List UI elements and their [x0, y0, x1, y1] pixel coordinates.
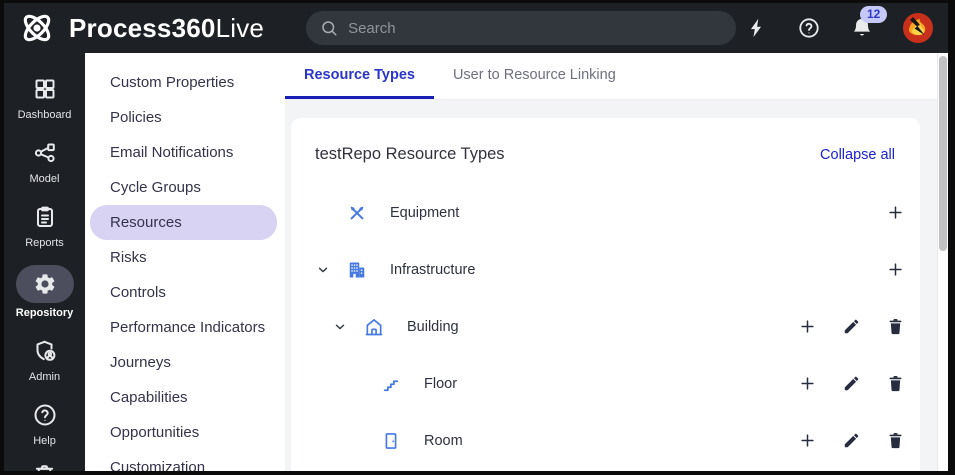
nav-item-label: Reports [25, 237, 64, 249]
add-button[interactable] [795, 315, 819, 339]
collapse-all-link[interactable]: Collapse all [820, 147, 895, 163]
nav-item-help[interactable]: Help [4, 399, 85, 447]
building-icon [364, 317, 384, 337]
floor-icon [381, 374, 401, 394]
chevron-placeholder [350, 377, 364, 391]
topbar-actions: 12 [743, 6, 934, 44]
app-body: Dashboard Model Reports Repository Admin Help… [4, 53, 948, 471]
tab-user-to-resource-linking[interactable]: User to Resource Linking [434, 53, 635, 99]
chevron-down-icon[interactable] [316, 263, 330, 277]
nav-item-reports[interactable]: Reports [4, 201, 85, 249]
nav-item-model[interactable]: Model [4, 137, 85, 185]
sidebar-item-email-notifications[interactable]: Email Notifications [90, 135, 277, 170]
nav-item-admin[interactable]: Admin [4, 335, 85, 383]
room-icon [381, 431, 401, 451]
help-icon[interactable] [796, 15, 822, 41]
tree-row-equipment: Equipment [291, 184, 920, 241]
edit-button[interactable] [839, 429, 863, 453]
resource-types-card: testRepo Resource Types Collapse all Equ… [291, 118, 920, 471]
nav-item-label: Repository [15, 307, 74, 319]
content-area: testRepo Resource Types Collapse all Equ… [285, 100, 948, 471]
resource-type-label: Infrastructure [390, 261, 476, 278]
add-button[interactable] [883, 201, 907, 225]
logo-text: Process360Live [69, 12, 265, 43]
tab-resource-types[interactable]: Resource Types [285, 53, 434, 99]
sidebar-item-controls[interactable]: Controls [90, 275, 277, 310]
delete-button[interactable] [883, 429, 907, 453]
tabbar: Resource Types User to Resource Linking [285, 53, 948, 100]
sidebar-item-risks[interactable]: Risks [90, 240, 277, 275]
repository-sidebar: Custom Properties Policies Email Notificat… [85, 53, 285, 471]
add-button[interactable] [795, 372, 819, 396]
sidebar-item-policies[interactable]: Policies [90, 100, 277, 135]
trash-icon[interactable] [33, 463, 56, 471]
resource-type-label: Equipment [390, 204, 460, 221]
resource-type-label: Floor [424, 375, 458, 392]
card-title: testRepo Resource Types [315, 145, 505, 163]
sidebar-item-cycle-groups[interactable]: Cycle Groups [90, 170, 277, 205]
search-bar[interactable] [306, 11, 737, 45]
notifications-icon[interactable]: 12 [849, 6, 888, 41]
tree-row-infrastructure: Infrastructure [291, 241, 920, 298]
tree-row-floor: Floor [291, 355, 920, 412]
sidebar-item-custom-properties[interactable]: Custom Properties [90, 65, 277, 100]
resource-type-label: Building [407, 318, 459, 335]
app-window: Process360Live 12 DashboardModelRe [0, 0, 955, 475]
notification-badge: 12 [860, 6, 888, 23]
nav-item-label: Help [33, 435, 56, 447]
nav-item-repository[interactable]: Repository [4, 265, 85, 319]
nav-item-label: Admin [28, 371, 61, 383]
sidebar-item-journeys[interactable]: Journeys [90, 345, 277, 380]
nav-item-label: Dashboard [17, 109, 72, 121]
sidebar-item-resources[interactable]: Resources [90, 205, 277, 240]
tree-row-building: Building [291, 298, 920, 355]
add-button[interactable] [883, 258, 907, 282]
dashboard-icon [33, 73, 57, 105]
search-input[interactable] [348, 19, 723, 37]
nav-rail: Dashboard Model Reports Repository Admin Help [4, 53, 85, 471]
avatar[interactable] [902, 12, 934, 44]
logo-icon [14, 9, 60, 47]
reports-icon [33, 201, 57, 233]
sidebar-item-customization[interactable]: Customization [90, 450, 277, 471]
nav-item-dashboard[interactable]: Dashboard [4, 73, 85, 121]
sidebar-item-opportunities[interactable]: Opportunities [90, 415, 277, 450]
add-button[interactable] [795, 429, 819, 453]
row-actions [795, 315, 907, 339]
search-icon [320, 19, 338, 37]
flash-icon[interactable] [743, 15, 769, 41]
card-header: testRepo Resource Types Collapse all [291, 118, 920, 164]
equipment-icon [347, 203, 367, 223]
row-actions [883, 201, 907, 225]
edit-button[interactable] [839, 372, 863, 396]
delete-button[interactable] [883, 315, 907, 339]
sidebar-item-capabilities[interactable]: Capabilities [90, 380, 277, 415]
app-logo: Process360Live [14, 9, 264, 47]
main-area: Resource Types User to Resource Linking … [285, 53, 948, 471]
chevron-placeholder [350, 434, 364, 448]
help-icon [33, 399, 57, 431]
tree-row-room: Room [291, 412, 920, 469]
chevron-down-icon[interactable] [333, 320, 347, 334]
delete-button[interactable] [883, 372, 907, 396]
vertical-scrollbar[interactable] [937, 53, 948, 471]
repository-icon [15, 265, 74, 303]
infrastructure-icon [347, 260, 367, 280]
row-actions [795, 429, 907, 453]
resource-type-tree: Equipment Infrastructure Building Floor Room [291, 184, 920, 469]
row-actions [795, 372, 907, 396]
resource-type-label: Room [424, 432, 463, 449]
edit-button[interactable] [839, 315, 863, 339]
nav-item-label: Model [29, 173, 60, 185]
chevron-placeholder [316, 206, 330, 220]
model-icon [33, 137, 57, 169]
row-actions [883, 258, 907, 282]
sidebar-item-performance-indicators[interactable]: Performance Indicators [90, 310, 277, 345]
scrollbar-thumb[interactable] [939, 56, 947, 251]
admin-icon [33, 335, 57, 367]
topbar: Process360Live 12 [4, 3, 948, 53]
